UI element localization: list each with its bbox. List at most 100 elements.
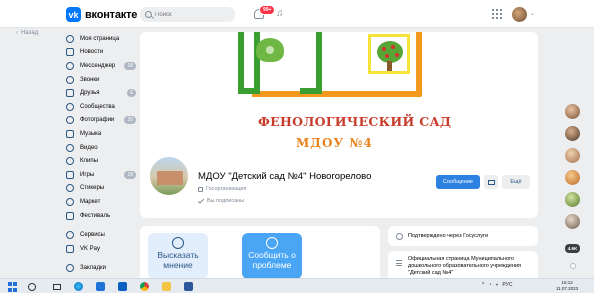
- sidebar-item[interactable]: Фотографии 20: [66, 114, 136, 128]
- sidebar-item-label: Клипы: [80, 158, 98, 165]
- cover-title: ФЕНОЛОГИЧЕСКИЙ САД: [258, 114, 452, 129]
- games-icon: [66, 170, 74, 179]
- sidebar-item-label: Мессенджер: [80, 62, 116, 69]
- gosuslugi-icon: [396, 232, 403, 240]
- notification-badge: 99+: [259, 5, 276, 15]
- sidebar-item-label: Игры: [80, 171, 95, 178]
- sidebar-item[interactable]: Моя страница: [66, 32, 136, 46]
- search-input[interactable]: [155, 11, 225, 18]
- subscribed-label: Вы подписаны: [207, 198, 245, 204]
- cover-green-frame-right: [300, 32, 322, 94]
- sidebar-item[interactable]: Новости: [66, 46, 136, 60]
- opinion-card[interactable]: Высказать мнение: [148, 233, 208, 279]
- windows-start-icon[interactable]: [8, 281, 17, 292]
- government-icon: [198, 186, 203, 192]
- more-button[interactable]: Ещё: [502, 175, 530, 189]
- chat-avatar[interactable]: [565, 104, 580, 119]
- music-icon[interactable]: ♫: [276, 8, 284, 19]
- edge-icon[interactable]: [74, 281, 83, 292]
- chrome-icon[interactable]: [140, 281, 149, 292]
- volume-icon[interactable]: ◖: [495, 282, 498, 288]
- windows-taskbar: ^ ◔ ◖ РУС 15:12 11.07.2023: [0, 278, 594, 293]
- market-icon: [66, 197, 74, 206]
- gosuslugi-verification[interactable]: Подтверждено через Госуслуги: [388, 226, 538, 246]
- sidebar-item[interactable]: Мессенджер 18: [66, 59, 136, 73]
- news-icon: [66, 48, 74, 57]
- sidebar-count-badge: 18: [124, 170, 136, 179]
- chat-avatar[interactable]: [565, 148, 580, 163]
- sidebar-item[interactable]: Сообщества: [66, 100, 136, 114]
- chevron-down-icon[interactable]: ⌄: [530, 10, 535, 17]
- sidebar-item[interactable]: Фестиваль: [66, 209, 136, 223]
- subscribed-status[interactable]: Вы подписаны: [197, 196, 245, 204]
- sidebar-item-label: VK Pay: [80, 245, 101, 252]
- chat-avatar[interactable]: [565, 170, 580, 185]
- system-tray[interactable]: ^ ◔ ◖ РУС: [482, 282, 512, 288]
- user-avatar[interactable]: [512, 7, 527, 22]
- sidebar-item-label: Сервисы: [80, 232, 105, 239]
- sidebar-item[interactable]: Звонки: [66, 73, 136, 87]
- services-icon: [66, 231, 74, 240]
- sidebar-item[interactable]: Музыка: [66, 127, 136, 141]
- photo-icon: [66, 116, 74, 125]
- sidebar-item-label: Стикеры: [80, 185, 105, 192]
- chat-avatar[interactable]: [565, 214, 580, 229]
- network-icon[interactable]: ◔: [488, 282, 491, 288]
- sidebar-item[interactable]: Клипы: [66, 154, 136, 168]
- explorer-icon[interactable]: [162, 281, 171, 292]
- store-icon[interactable]: [96, 281, 105, 292]
- sidebar-item[interactable]: Маркет: [66, 195, 136, 209]
- report-icon: [266, 237, 278, 249]
- notify-button[interactable]: [484, 175, 498, 189]
- sidebar-count-badge: 6: [127, 89, 136, 98]
- search-box[interactable]: [140, 7, 235, 22]
- taskbar-clock[interactable]: 15:12 11.07.2023: [556, 280, 578, 292]
- clock-date: 11.07.2023: [556, 286, 579, 291]
- group-org-type[interactable]: Госорганизация: [198, 186, 246, 192]
- cover-subtitle: МДОУ №4: [296, 136, 373, 150]
- cover-tree-trunk: [387, 61, 392, 71]
- brand-name: вконтакте: [85, 8, 138, 21]
- vkpay-icon: [66, 244, 74, 253]
- sidebar-item-label: Маркет: [80, 198, 101, 205]
- group-avatar[interactable]: [148, 155, 190, 197]
- check-icon: [197, 196, 205, 204]
- music-icon: [66, 129, 74, 138]
- sidebar-item[interactable]: Видео: [66, 141, 136, 155]
- right-rail: [565, 104, 583, 236]
- cover-apple-tree-icon: [377, 41, 403, 63]
- vk-logo[interactable]: vk вконтакте: [66, 7, 137, 22]
- gosuslugi-label: Подтверждено через Госуслуги: [408, 233, 489, 239]
- message-button[interactable]: Сообщение: [436, 175, 480, 189]
- group-org-label: Госорганизация: [206, 186, 247, 192]
- mail-icon: [487, 179, 495, 185]
- sidebar-item-label: Моя страница: [80, 35, 120, 42]
- sidebar-item[interactable]: Друзья 6: [66, 86, 136, 100]
- chevron-left-icon: ‹: [16, 30, 18, 36]
- festival-icon: [66, 211, 74, 220]
- sidebar-item[interactable]: Сервисы: [66, 228, 136, 242]
- group-name: МДОУ "Детский сад №4" Новогорелово: [198, 171, 372, 182]
- sidebar-item[interactable]: Закладки: [66, 262, 136, 276]
- sidebar-item-label: Закладки: [80, 265, 106, 272]
- sidebar-item[interactable]: VK Pay: [66, 242, 136, 256]
- top-bar: vk вконтакте 99+ ♫ ⌄: [0, 0, 594, 28]
- mail-app-icon[interactable]: [118, 281, 127, 292]
- chat-avatar[interactable]: [565, 126, 580, 141]
- sidebar-item-label: Новости: [80, 49, 104, 56]
- unread-count-badge[interactable]: 4.6K: [565, 244, 580, 253]
- stickers-icon: [66, 184, 74, 193]
- back-link[interactable]: ‹ Назад: [16, 30, 38, 36]
- sidebar-item[interactable]: Игры 18: [66, 168, 136, 182]
- taskbar-search-icon[interactable]: [27, 281, 37, 292]
- chat-avatar[interactable]: [565, 192, 580, 207]
- cover-tree-icon: [256, 38, 284, 62]
- chevron-up-icon[interactable]: ^: [482, 282, 484, 288]
- apps-grid-icon[interactable]: [492, 9, 502, 19]
- sidebar-item[interactable]: Стикеры: [66, 182, 136, 196]
- report-problem-card[interactable]: Сообщить о проблеме: [242, 233, 302, 279]
- task-view-icon[interactable]: [52, 281, 62, 292]
- word-icon[interactable]: [184, 281, 193, 292]
- rail-more-dot[interactable]: [570, 263, 576, 269]
- language-indicator[interactable]: РУС: [502, 282, 512, 288]
